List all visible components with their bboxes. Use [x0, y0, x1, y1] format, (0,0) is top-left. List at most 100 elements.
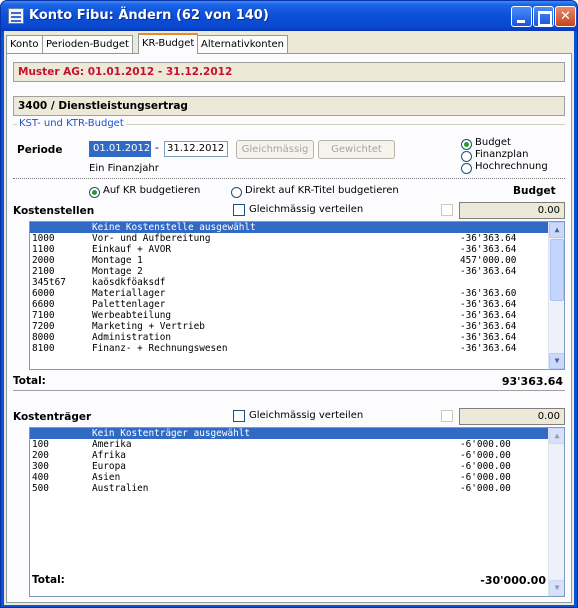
row-name: Australien — [92, 483, 149, 494]
row-code: 6000 — [32, 288, 55, 299]
ktr-distribute-checkbox[interactable] — [233, 410, 245, 422]
tab-kr-budget[interactable]: KR-Budget — [138, 33, 199, 54]
row-amount: -36'363.64 — [460, 244, 517, 255]
row-amount: -6'000.00 — [460, 483, 511, 494]
kst-amount-input[interactable]: 0.00 — [459, 202, 565, 219]
period-hint: Ein Finanzjahr — [89, 163, 159, 174]
account-label: 3400 / Dienstleistungsertrag — [13, 96, 565, 116]
kr-budget-radio[interactable] — [89, 187, 100, 198]
list-item[interactable]: 345t67 kaösdkföaksdf — [30, 277, 549, 288]
scroll-up-icon[interactable]: ▲ — [549, 222, 564, 238]
maximize-button[interactable] — [533, 6, 554, 27]
list-item-selected[interactable]: Keine Kostenstelle ausgewählt — [30, 222, 549, 233]
row-name: Materiallager — [92, 288, 166, 299]
gewichtet-button[interactable]: Gewichtet — [318, 140, 395, 159]
row-code: 1100 — [32, 244, 55, 255]
list-item[interactable]: 2000 Montage 1 457'000.00 — [30, 255, 549, 266]
row-code: 200 — [32, 450, 49, 461]
title-bar[interactable]: Konto Fibu: Ändern (62 von 140) — [1, 1, 577, 31]
row-name: Europa — [92, 461, 126, 472]
row-name: Marketing + Vertrieb — [92, 321, 205, 332]
tab-perioden-budget[interactable]: Perioden-Budget — [42, 35, 133, 53]
row-name: Montage 2 — [92, 266, 143, 277]
list-item[interactable]: 8000 Administration -36'363.64 — [30, 332, 549, 343]
row-name: Montage 1 — [92, 255, 143, 266]
list-item[interactable]: 2100 Montage 2 -36'363.64 — [30, 266, 549, 277]
list-item[interactable]: 300 Europa -6'000.00 — [30, 461, 549, 472]
list-item[interactable]: 6600 Palettenlager -36'363.64 — [30, 299, 549, 310]
list-item-selected[interactable]: Kein Kostenträger ausgewählt — [30, 428, 549, 439]
row-amount: -36'363.64 — [460, 266, 517, 277]
finanzplan-radio[interactable] — [461, 151, 472, 162]
kr-titel-radio-label: Direkt auf KR-Titel budgetieren — [245, 185, 399, 196]
kostentraeger-title: Kostenträger — [13, 411, 92, 423]
kst-amount-checkbox[interactable] — [441, 204, 453, 216]
group-title: KST- und KTR-Budget — [17, 118, 126, 129]
date-to-input[interactable]: 31.12.2012 — [164, 141, 228, 157]
hochrechnung-radio-label: Hochrechnung — [475, 161, 548, 172]
separator-line — [13, 390, 565, 391]
kst-distribute-label: Gleichmässig verteilen — [249, 204, 364, 215]
list-item[interactable]: 1100 Einkauf + AVOR -36'363.64 — [30, 244, 549, 255]
row-amount: -36'363.60 — [460, 288, 517, 299]
row-code: 8000 — [32, 332, 55, 343]
budget-radio-label: Budget — [475, 137, 511, 148]
gleichmaessig-button[interactable]: Gleichmässig — [236, 140, 314, 159]
row-code: 2100 — [32, 266, 55, 277]
hochrechnung-radio[interactable] — [461, 163, 472, 174]
kr-budget-page: Muster AG: 01.01.2012 - 31.12.2012 3400 … — [6, 53, 572, 603]
kr-titel-radio[interactable] — [231, 187, 242, 198]
row-code: 400 — [32, 472, 49, 483]
kst-scrollbar[interactable]: ▲ ▼ — [548, 222, 564, 369]
list-item[interactable]: 100 Amerika -6'000.00 — [30, 439, 549, 450]
minimize-button[interactable] — [511, 6, 532, 27]
row-amount: -36'363.64 — [460, 343, 517, 354]
date-from-input[interactable]: 01.01.2012 — [89, 141, 151, 157]
kostentraeger-list[interactable]: Kein Kostenträger ausgewählt 100 Amerika -6… — [29, 427, 565, 597]
row-amount: -6'000.00 — [460, 439, 511, 450]
kostenstellen-title: Kostenstellen — [13, 205, 95, 217]
list-item[interactable]: 400 Asien -6'000.00 — [30, 472, 549, 483]
list-item[interactable]: 1000 Vor- und Aufbereitung -36'363.64 — [30, 233, 549, 244]
list-item[interactable]: 200 Afrika -6'000.00 — [30, 450, 549, 461]
row-code: 345t67 — [32, 277, 66, 288]
ktr-amount-checkbox[interactable] — [441, 410, 453, 422]
scroll-down-icon[interactable]: ▼ — [549, 353, 564, 369]
row-name: Kein Kostenträger ausgewählt — [92, 428, 251, 439]
list-item[interactable]: 500 Australien -6'000.00 — [30, 483, 549, 494]
tab-konto[interactable]: Konto — [6, 35, 43, 53]
row-amount: -6'000.00 — [460, 461, 511, 472]
ktr-amount-input[interactable]: 0.00 — [459, 408, 565, 425]
list-item[interactable]: 7200 Marketing + Vertrieb -36'363.64 — [30, 321, 549, 332]
close-button[interactable] — [555, 6, 576, 27]
periode-label: Periode — [17, 144, 63, 156]
kst-total-value: 93'363.64 — [501, 375, 563, 388]
row-code: 7100 — [32, 310, 55, 321]
window-title: Konto Fibu: Ändern (62 von 140) — [29, 8, 269, 23]
kostenstellen-list[interactable]: Keine Kostenstelle ausgewählt 1000 Vor- un… — [29, 221, 565, 370]
scroll-up-icon[interactable]: ▲ — [549, 428, 564, 444]
kst-distribute-checkbox[interactable] — [233, 204, 245, 216]
window: Konto Fibu: Ändern (62 von 140) Konto Pe… — [0, 0, 578, 608]
budget-radio[interactable] — [461, 139, 472, 150]
row-amount: -36'363.64 — [460, 310, 517, 321]
row-code: 2000 — [32, 255, 55, 266]
separator-dotted — [13, 178, 565, 179]
row-amount: -36'363.64 — [460, 321, 517, 332]
tab-alternativkonten[interactable]: Alternativkonten — [197, 35, 289, 53]
list-item[interactable]: 8100 Finanz- + Rechnungswesen -36'363.64 — [30, 343, 549, 354]
list-item[interactable]: 6000 Materiallager -36'363.60 — [30, 288, 549, 299]
ktr-scrollbar[interactable]: ▲ ▼ — [548, 428, 564, 596]
row-amount: -36'363.64 — [460, 299, 517, 310]
row-amount: 457'000.00 — [460, 255, 517, 266]
row-amount: -36'363.64 — [460, 332, 517, 343]
list-item[interactable]: 7100 Werbeabteilung -36'363.64 — [30, 310, 549, 321]
row-name: Finanz- + Rechnungswesen — [92, 343, 228, 354]
budget-column-header: Budget — [513, 185, 556, 197]
scroll-thumb[interactable] — [550, 239, 564, 301]
company-period: Muster AG: 01.01.2012 - 31.12.2012 — [13, 62, 565, 82]
row-name: Afrika — [92, 450, 126, 461]
row-code: 6600 — [32, 299, 55, 310]
scroll-down-icon[interactable]: ▼ — [549, 580, 564, 596]
row-amount: -36'363.64 — [460, 233, 517, 244]
